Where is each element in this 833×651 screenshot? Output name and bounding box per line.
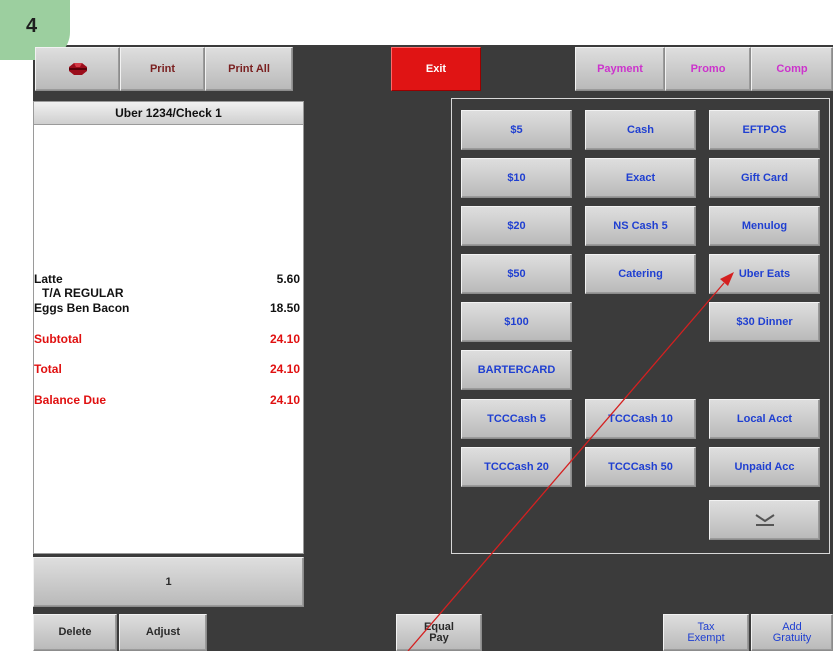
eftpos-button[interactable]: EFTPOS (709, 110, 820, 150)
chevron-collapse-icon (754, 514, 775, 526)
menulog-button[interactable]: Menulog (709, 206, 820, 246)
add-gratuity-button[interactable]: Add Gratuity (751, 614, 833, 651)
red-gem-icon (68, 63, 87, 75)
collapse-button[interactable] (709, 500, 820, 540)
total-value: 24.10 (269, 362, 300, 376)
item-amount: 18.50 (269, 301, 300, 315)
subtotal-label: Subtotal (34, 332, 82, 346)
uber-eats-button[interactable]: Uber Eats (709, 254, 820, 294)
unpaid-acc-button[interactable]: Unpaid Acc (709, 447, 820, 487)
tcccash-10-button[interactable]: TCCCash 10 (585, 399, 696, 439)
item-modifier[interactable]: T/A REGULAR (42, 286, 124, 300)
icon-button[interactable] (35, 47, 120, 91)
pay-100-button[interactable]: $100 (461, 302, 572, 342)
check-receipt: Uber 1234/Check 1 Latte 5.60 T/A REGULAR… (33, 101, 304, 554)
pay-50-button[interactable]: $50 (461, 254, 572, 294)
ns-cash-5-button[interactable]: NS Cash 5 (585, 206, 696, 246)
adjust-button[interactable]: Adjust (119, 614, 207, 651)
30-dinner-button[interactable]: $30 Dinner (709, 302, 820, 342)
total-label: Total (34, 362, 62, 376)
pay-20-button[interactable]: $20 (461, 206, 572, 246)
cash-button[interactable]: Cash (585, 110, 696, 150)
print-button[interactable]: Print (120, 47, 205, 91)
pay-5-button[interactable]: $5 (461, 110, 572, 150)
equal-pay-button[interactable]: Equal Pay (396, 614, 482, 651)
item-name[interactable]: Latte (34, 272, 63, 286)
comp-button[interactable]: Comp (751, 47, 833, 91)
print-all-button[interactable]: Print All (205, 47, 293, 91)
catering-button[interactable]: Catering (585, 254, 696, 294)
payment-button[interactable]: Payment (575, 47, 665, 91)
exact-button[interactable]: Exact (585, 158, 696, 198)
promo-button[interactable]: Promo (665, 47, 751, 91)
gift-card-button[interactable]: Gift Card (709, 158, 820, 198)
exit-button[interactable]: Exit (391, 47, 481, 91)
local-acct-button[interactable]: Local Acct (709, 399, 820, 439)
check-title: Uber 1234/Check 1 (34, 102, 303, 125)
balance-due-label: Balance Due (34, 393, 107, 407)
page-indicator[interactable]: 1 (33, 557, 304, 607)
tax-exempt-button[interactable]: Tax Exempt (663, 614, 749, 651)
tcccash-20-button[interactable]: TCCCash 20 (461, 447, 572, 487)
balance-due-value: 24.10 (269, 393, 300, 407)
item-name[interactable]: Eggs Ben Bacon (34, 301, 129, 315)
tcccash-50-button[interactable]: TCCCash 50 (585, 447, 696, 487)
bartercard-button[interactable]: BARTERCARD (461, 350, 572, 390)
subtotal-value: 24.10 (269, 332, 300, 346)
tcccash-5-button[interactable]: TCCCash 5 (461, 399, 572, 439)
delete-button[interactable]: Delete (33, 614, 117, 651)
item-amount: 5.60 (276, 272, 300, 286)
pay-10-button[interactable]: $10 (461, 158, 572, 198)
